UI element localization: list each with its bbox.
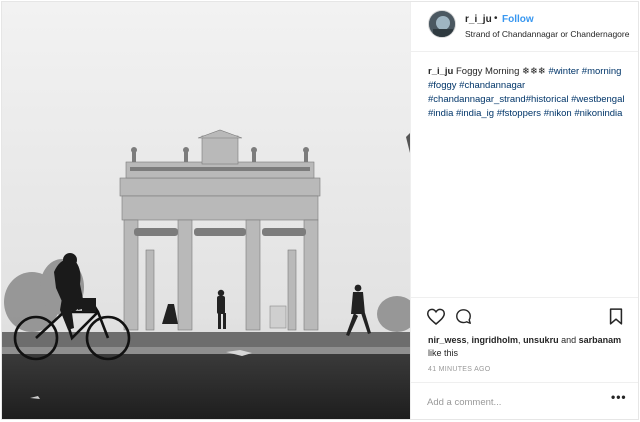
hashtag-link[interactable]: #fstoppers bbox=[497, 108, 541, 119]
liker-link[interactable]: ingridholm bbox=[472, 335, 519, 345]
heart-icon[interactable] bbox=[426, 308, 446, 330]
post-actions: nir_wess, ingridholm, unsukru and sarban… bbox=[411, 297, 639, 421]
hashtag-link[interactable]: #winter bbox=[549, 66, 580, 77]
liker-link[interactable]: sarbanam bbox=[579, 335, 622, 345]
follow-button[interactable]: Follow bbox=[502, 14, 534, 25]
post-caption: r_i_ju Foggy Morning ❄❄❄ #winter #mornin… bbox=[428, 65, 628, 121]
hashtag-link[interactable]: #morning bbox=[582, 66, 622, 77]
post-timestamp[interactable]: 41 MINUTES AGO bbox=[428, 366, 491, 373]
post-header: r_i_ju • Follow Strand of Chandannagar o… bbox=[411, 2, 639, 52]
username-link[interactable]: r_i_ju bbox=[465, 14, 492, 25]
location-link[interactable]: Strand of Chandannagar or Chandernagore bbox=[465, 29, 629, 39]
foggy-strand-photo bbox=[2, 2, 410, 419]
liker-link[interactable]: unsukru bbox=[523, 335, 559, 345]
caption-author[interactable]: r_i_ju bbox=[428, 66, 453, 77]
likes-suffix: like this bbox=[428, 348, 459, 358]
hashtag-link[interactable]: #westbengal bbox=[571, 94, 624, 105]
avatar-image bbox=[429, 11, 455, 37]
post-side-panel: r_i_ju • Follow Strand of Chandannagar o… bbox=[410, 2, 639, 421]
liker-link[interactable]: nir_wess bbox=[428, 335, 467, 345]
bookmark-icon[interactable] bbox=[609, 308, 623, 330]
comment-bubble-icon[interactable] bbox=[455, 308, 472, 330]
hashtag-link[interactable]: #chandannagar bbox=[459, 80, 525, 91]
likes-summary: nir_wess, ingridholm, unsukru and sarban… bbox=[428, 335, 622, 358]
comment-bar: ••• bbox=[411, 382, 639, 422]
more-options-icon[interactable]: ••• bbox=[611, 390, 627, 404]
post-photo[interactable] bbox=[2, 2, 410, 419]
hashtag-link[interactable]: #india bbox=[428, 108, 453, 119]
separator-dot: • bbox=[494, 13, 498, 24]
likes-and-text: and bbox=[561, 335, 577, 345]
instagram-post-embed: r_i_ju • Follow Strand of Chandannagar o… bbox=[0, 0, 640, 421]
hashtag-link[interactable]: #nikonindia bbox=[574, 108, 622, 119]
hashtag-link[interactable]: #india_ig bbox=[456, 108, 494, 119]
hashtag-link[interactable]: #chandannagar_strand#historical bbox=[428, 94, 569, 105]
caption-text: Foggy Morning ❄❄❄ bbox=[456, 66, 546, 77]
comment-input[interactable] bbox=[427, 394, 597, 410]
hashtag-link[interactable]: #foggy bbox=[428, 80, 457, 91]
avatar[interactable] bbox=[428, 10, 456, 38]
hashtag-link[interactable]: #nikon bbox=[544, 108, 572, 119]
